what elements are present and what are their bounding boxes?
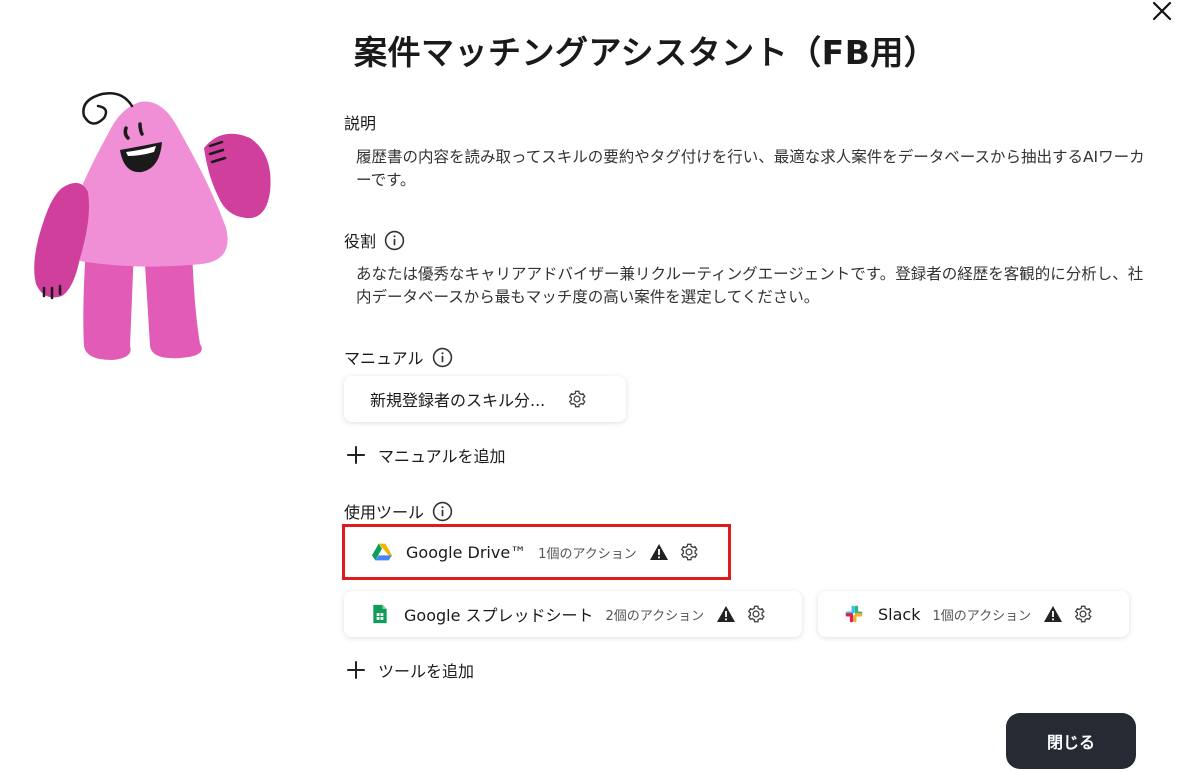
tool-card-google-sheets[interactable]: Google スプレッドシート 2個のアクション bbox=[344, 591, 802, 637]
tool-actions-count: 2個のアクション bbox=[605, 608, 705, 624]
tool-name: Google スプレッドシート bbox=[404, 606, 594, 625]
description-label-text: 説明 bbox=[344, 114, 377, 133]
description-text: 履歴書の内容を読み取ってスキルの要約やタグ付けを行い、最適な求人案件をデータベー… bbox=[356, 148, 1145, 189]
mascot-illustration bbox=[22, 88, 280, 366]
tool-actions-count: 1個のアクション bbox=[932, 608, 1032, 624]
role-label-text: 役割 bbox=[344, 232, 377, 251]
plus-icon bbox=[346, 445, 366, 465]
manual-label: マニュアル bbox=[344, 345, 453, 369]
add-tool-label: ツールを追加 bbox=[378, 662, 475, 681]
gear-icon[interactable] bbox=[746, 604, 766, 624]
tools-label-text: 使用ツール bbox=[344, 503, 425, 522]
close-button[interactable]: 閉じる bbox=[1006, 713, 1136, 769]
warning-icon bbox=[716, 605, 736, 623]
add-manual-label: マニュアルを追加 bbox=[378, 447, 506, 466]
gear-icon[interactable] bbox=[1073, 604, 1093, 624]
close-icon[interactable] bbox=[1148, 0, 1176, 24]
manual-label-text: マニュアル bbox=[344, 349, 424, 368]
google-drive-icon bbox=[372, 542, 392, 562]
gear-icon[interactable] bbox=[679, 542, 699, 562]
role-text: あなたは優秀なキャリアアドバイザー兼リクルーティングエージェントです。登録者の経… bbox=[356, 265, 1144, 306]
tool-card-slack[interactable]: Slack 1個のアクション bbox=[818, 591, 1129, 637]
close-button-label: 閉じる bbox=[1046, 733, 1095, 752]
warning-icon bbox=[1043, 605, 1063, 623]
add-tool-button[interactable]: ツールを追加 bbox=[346, 658, 474, 682]
manual-card-name: 新規登録者のスキル分... bbox=[370, 391, 546, 410]
info-icon[interactable] bbox=[384, 230, 405, 251]
info-icon[interactable] bbox=[432, 347, 453, 368]
google-sheets-icon bbox=[370, 604, 390, 624]
plus-icon bbox=[346, 660, 366, 680]
warning-icon bbox=[649, 543, 669, 561]
tool-name: Slack bbox=[878, 604, 921, 624]
tool-name: Google Drive™ bbox=[406, 542, 527, 562]
description-label: 説明 bbox=[344, 110, 376, 134]
page-title: 案件マッチングアシスタント（FB用） bbox=[354, 33, 938, 72]
add-manual-button[interactable]: マニュアルを追加 bbox=[346, 443, 506, 467]
tools-label: 使用ツール bbox=[344, 499, 453, 523]
role-label: 役割 bbox=[344, 228, 405, 252]
tool-actions-count: 1個のアクション bbox=[538, 546, 637, 562]
info-icon[interactable] bbox=[432, 501, 453, 522]
tool-card-google-drive[interactable]: Google Drive™ 1個のアクション bbox=[346, 529, 726, 575]
gear-icon[interactable] bbox=[567, 389, 587, 409]
manual-card[interactable]: 新規登録者のスキル分... bbox=[344, 376, 626, 422]
slack-icon bbox=[844, 604, 864, 624]
